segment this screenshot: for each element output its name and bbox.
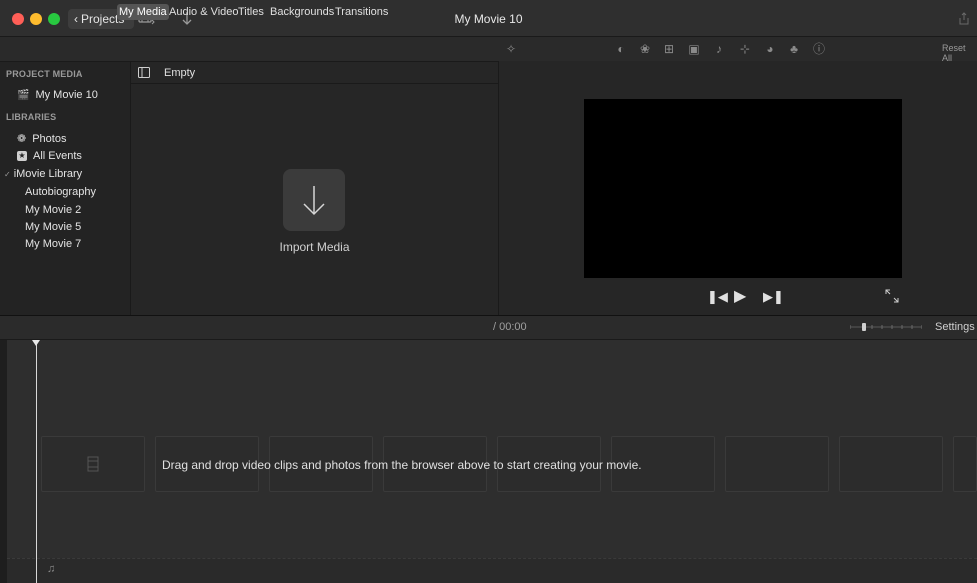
clip-placeholder [953,436,977,492]
import-media-button[interactable] [283,169,345,231]
tab-my-media[interactable]: My Media [117,4,169,20]
sidebar-item-all-events[interactable]: ★ All Events [17,150,82,162]
timeline-settings-button[interactable]: Settings [935,321,975,333]
media-filter-label[interactable]: Empty [164,67,195,79]
equalizer-icon[interactable]: ⊹ [737,41,753,57]
sidebar-item-event[interactable]: My Movie 7 [25,238,81,250]
sidebar-item-project[interactable]: 🎬 My Movie 10 [17,89,98,101]
fullscreen-icon[interactable] [885,289,899,303]
clip-placeholder [41,436,145,492]
volume-icon[interactable]: ♪ [711,41,727,57]
browser-tab-bar [0,37,498,62]
photos-icon: ❁ [17,133,27,145]
timeline-toolbar [0,315,977,340]
star-box-icon: ★ [17,151,27,161]
skip-back-icon[interactable]: ❚◀ [707,289,728,305]
share-icon[interactable] [958,12,970,26]
sidebar-item-photos[interactable]: ❁ Photos [17,132,67,146]
clapperboard-icon: 🎬 [17,89,30,101]
timecode: / 00:00 [493,321,527,333]
playhead-handle[interactable] [32,340,40,346]
music-note-icon: ♫ [47,563,56,575]
color-correction-icon[interactable]: ❀ [637,41,653,57]
reset-all-button[interactable]: Reset All [942,43,977,63]
timeline-gutter [0,340,7,583]
sidebar-item-label: All Events [33,150,82,162]
playhead[interactable] [36,340,37,583]
crop-icon[interactable]: ⊞ [661,41,677,57]
sidebar-item-event[interactable]: Autobiography [25,186,96,198]
clip-placeholder [839,436,943,492]
video-preview [584,99,902,278]
film-strip-icon [87,456,99,472]
color-balance-icon[interactable]: ◐ [613,41,629,57]
tab-audio-video[interactable]: Audio & Video [167,4,241,20]
sidebar-item-library[interactable]: ✓ iMovie Library [4,168,82,180]
sidebar-item-label: iMovie Library [13,168,83,180]
libraries-heading: LIBRARIES [6,112,57,122]
tab-transitions[interactable]: Transitions [333,4,390,20]
import-arrow-icon [303,186,325,216]
skip-forward-icon[interactable]: ▶❚ [763,289,784,305]
stabilization-icon[interactable]: ▣ [686,41,702,57]
tab-titles[interactable]: Titles [236,4,266,20]
magic-wand-icon[interactable]: ✧ [503,41,519,57]
drop-hint: Drag and drop video clips and photos fro… [162,458,642,472]
tab-backgrounds[interactable]: Backgrounds [268,4,336,20]
play-icon[interactable]: ▶ [734,286,746,306]
clip-placeholder [725,436,829,492]
import-media-label: Import Media [279,240,350,254]
project-media-heading: PROJECT MEDIA [6,69,83,79]
sidebar-item-label: Photos [32,132,67,145]
sidebar-item-event[interactable]: My Movie 5 [25,221,81,233]
info-icon[interactable]: ⓘ [811,41,827,57]
sidebar-toggle-icon[interactable] [138,67,150,78]
speed-icon[interactable]: ◕ [762,41,778,57]
sidebar-item-event[interactable]: My Movie 2 [25,204,81,216]
audio-lane[interactable] [7,558,977,583]
zoom-slider[interactable] [850,323,922,331]
disclosure-chevron-icon: ✓ [4,169,11,179]
sidebar-item-label: My Movie 10 [35,89,98,101]
filter-icon[interactable]: ♣ [786,41,802,57]
